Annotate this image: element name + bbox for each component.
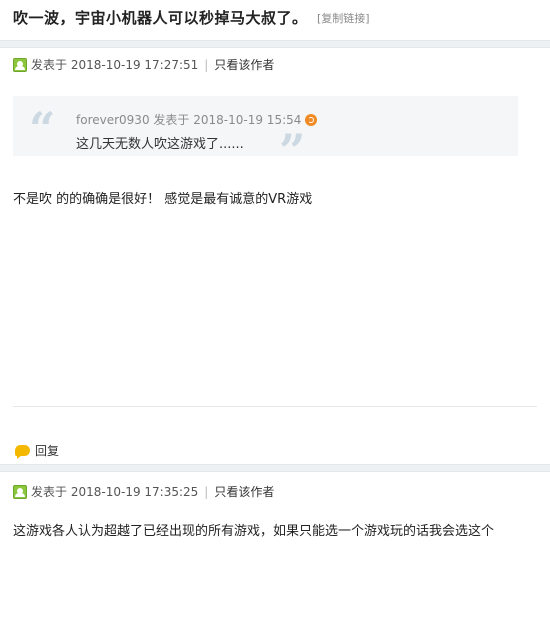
reply-label: 回复 [35,444,60,458]
close-quote-icon: ” [279,124,306,178]
section-separator [0,40,550,48]
user-icon[interactable] [13,484,27,499]
post-body: 这游戏各人认为超越了已经出现的所有游戏，如果只能选一个游戏玩的话我会选这个 [13,524,495,539]
post-divider [13,406,537,407]
quote-author: forever0930 [76,112,150,127]
reply-button[interactable]: 回复 [15,442,59,459]
posted-label: 发表于 [31,58,68,72]
quote-posted-label: 发表于 [153,113,190,127]
thread-title: 吹一波，宇宙小机器人可以秒掉马大叔了。 [13,9,308,27]
quote-text: 这几天无数人吹这游戏了...... [76,137,244,152]
section-separator [0,464,550,472]
thread-header: 吹一波，宇宙小机器人可以秒掉马大叔了。 [复制链接] [0,0,550,38]
only-author-link[interactable]: 只看该作者 [214,56,274,73]
post-meta: 发表于 2018-10-19 17:27:51 | 只看该作者 [13,56,274,73]
meta-divider: | [204,484,209,499]
posted-label: 发表于 [31,485,68,499]
post-meta: 发表于 2018-10-19 17:35:25 | 只看该作者 [13,483,274,500]
reply-bubble-icon [15,445,30,456]
post-timestamp: 2018-10-19 17:27:51 [70,57,199,72]
user-icon[interactable] [13,57,27,72]
quote-block: “ forever0930 发表于 2018-10-19 15:54 这几天无数… [13,96,518,174]
copy-link-button[interactable]: [复制链接] [317,10,370,26]
only-author-link[interactable]: 只看该作者 [214,483,274,500]
open-quote-icon: “ [29,102,56,156]
post-timestamp: 2018-10-19 17:35:25 [70,484,199,499]
post-body: 不是吹 的的确确是很好！ 感觉是最有诚意的VR游戏 [13,192,313,207]
goto-post-icon[interactable] [305,113,318,126]
meta-divider: | [204,57,209,72]
